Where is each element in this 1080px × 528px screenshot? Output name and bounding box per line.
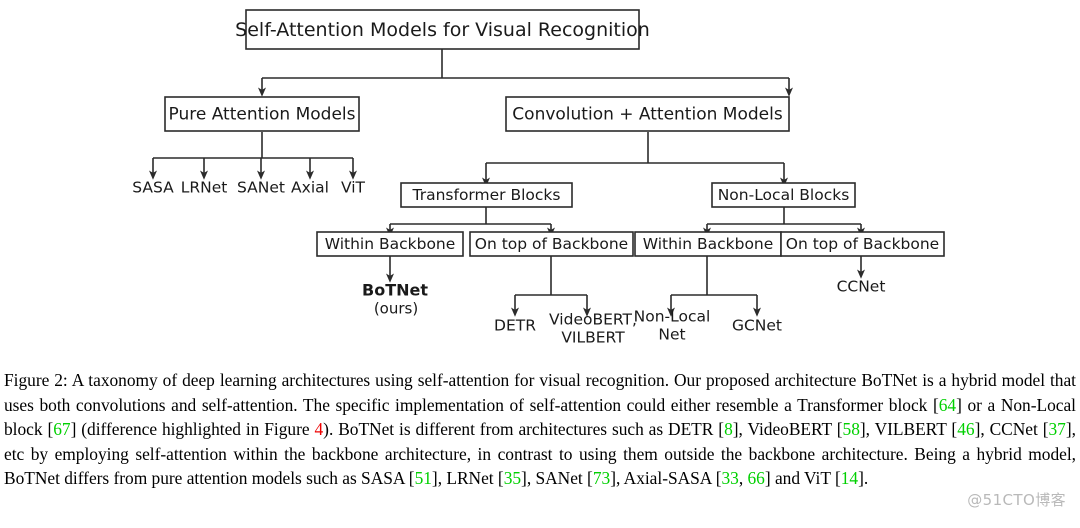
caption-reference[interactable]: 67 bbox=[53, 419, 70, 439]
leaf-non-local-net: Non-Local Net bbox=[634, 308, 711, 344]
caption-text: , bbox=[738, 468, 748, 489]
caption-text: ], VILBERT [ bbox=[859, 419, 958, 440]
node-on-top-backbone-transformer-label: On top of Backbone bbox=[475, 235, 628, 253]
caption-text: A taxonomy of deep learning architecture… bbox=[4, 370, 1076, 415]
caption-reference[interactable]: 64 bbox=[939, 395, 956, 415]
node-within-backbone-nonlocal: Within Backbone bbox=[634, 231, 782, 257]
node-transformer-blocks: Transformer Blocks bbox=[400, 182, 573, 208]
caption-reference[interactable]: 14 bbox=[841, 468, 858, 488]
node-transformer-blocks-label: Transformer Blocks bbox=[412, 186, 561, 204]
caption-text: ] (difference highlighted in Figure bbox=[70, 419, 315, 440]
leaf-videobert-vilbert: VideoBERT, VILBERT bbox=[549, 311, 637, 347]
leaf-axial: Axial bbox=[291, 179, 329, 197]
node-on-top-backbone-nonlocal-label: On top of Backbone bbox=[786, 235, 939, 253]
caption-reference[interactable]: 58 bbox=[843, 419, 860, 439]
taxonomy-diagram: Self-Attention Models for Visual Recogni… bbox=[132, 9, 945, 347]
caption-reference[interactable]: 73 bbox=[593, 468, 610, 488]
node-convolution-attention-models: Convolution + Attention Models bbox=[505, 96, 790, 132]
leaf-lrnet: LRNet bbox=[181, 179, 228, 197]
caption-text: ]. bbox=[858, 468, 869, 489]
node-root-label: Self-Attention Models for Visual Recogni… bbox=[235, 19, 650, 41]
node-on-top-backbone-transformer: On top of Backbone bbox=[469, 231, 634, 257]
caption-reference[interactable]: 35 bbox=[504, 468, 521, 488]
leaf-sasa: SASA bbox=[132, 179, 174, 197]
leaf-botnet: BoTNet (ours) bbox=[362, 281, 428, 318]
caption-text: ). BoTNet is different from architecture… bbox=[323, 419, 725, 440]
caption-text: ] and ViT [ bbox=[764, 468, 841, 489]
figure-container: Self-Attention Models for Visual Recogni… bbox=[0, 0, 1080, 528]
leaf-ccnet: CCNet bbox=[837, 278, 886, 296]
caption-reference[interactable]: 4 bbox=[314, 419, 323, 439]
caption-reference[interactable]: 51 bbox=[415, 468, 432, 488]
node-non-local-blocks-label: Non-Local Blocks bbox=[718, 186, 850, 204]
leaf-group-pure-attention: SASA LRNet SANet Axial ViT bbox=[132, 179, 365, 197]
node-pure-attention-label: Pure Attention Models bbox=[169, 105, 356, 125]
caption-text: ], Axial-SASA [ bbox=[610, 468, 722, 489]
caption-prefix: Figure 2: bbox=[4, 370, 68, 390]
leaf-vit: ViT bbox=[341, 179, 366, 197]
node-within-backbone-transformer-label: Within Backbone bbox=[325, 235, 456, 253]
caption-text: ], LRNet [ bbox=[431, 468, 504, 489]
leaf-sanet: SANet bbox=[237, 179, 285, 197]
node-within-backbone-transformer: Within Backbone bbox=[316, 231, 464, 257]
leaf-net-label: Net bbox=[658, 326, 685, 344]
caption-reference[interactable]: 46 bbox=[957, 419, 974, 439]
node-root: Self-Attention Models for Visual Recogni… bbox=[235, 9, 650, 50]
node-non-local-blocks: Non-Local Blocks bbox=[711, 182, 856, 208]
node-convolution-attention-label: Convolution + Attention Models bbox=[512, 105, 783, 125]
caption-text: ], CCNet [ bbox=[974, 419, 1049, 440]
leaf-vilbert-label: VILBERT bbox=[561, 329, 625, 347]
leaf-non-local-label: Non-Local bbox=[634, 308, 711, 326]
caption-text: ], VideoBERT [ bbox=[732, 419, 843, 440]
caption-reference[interactable]: 66 bbox=[748, 468, 765, 488]
figure-caption: Figure 2: A taxonomy of deep learning ar… bbox=[4, 368, 1076, 491]
leaf-gcnet: GCNet bbox=[732, 317, 782, 335]
leaf-detr: DETR bbox=[494, 317, 536, 335]
node-within-backbone-nonlocal-label: Within Backbone bbox=[643, 235, 774, 253]
node-pure-attention-models: Pure Attention Models bbox=[164, 96, 360, 132]
leaf-ccnet-label: CCNet bbox=[837, 278, 886, 296]
caption-text: ], SANet [ bbox=[521, 468, 593, 489]
leaf-gcnet-label: GCNet bbox=[732, 317, 782, 335]
watermark-label: @51CTO博客 bbox=[967, 491, 1066, 509]
leaf-botnet-sub: (ours) bbox=[374, 300, 418, 318]
caption-reference[interactable]: 37 bbox=[1049, 419, 1066, 439]
caption-reference[interactable]: 8 bbox=[724, 419, 733, 439]
leaf-botnet-label: BoTNet bbox=[362, 281, 428, 300]
node-on-top-backbone-nonlocal: On top of Backbone bbox=[780, 231, 945, 257]
leaf-detr-label: DETR bbox=[494, 317, 536, 335]
caption-reference[interactable]: 33 bbox=[721, 468, 738, 488]
leaf-videobert-label: VideoBERT, bbox=[549, 311, 637, 329]
